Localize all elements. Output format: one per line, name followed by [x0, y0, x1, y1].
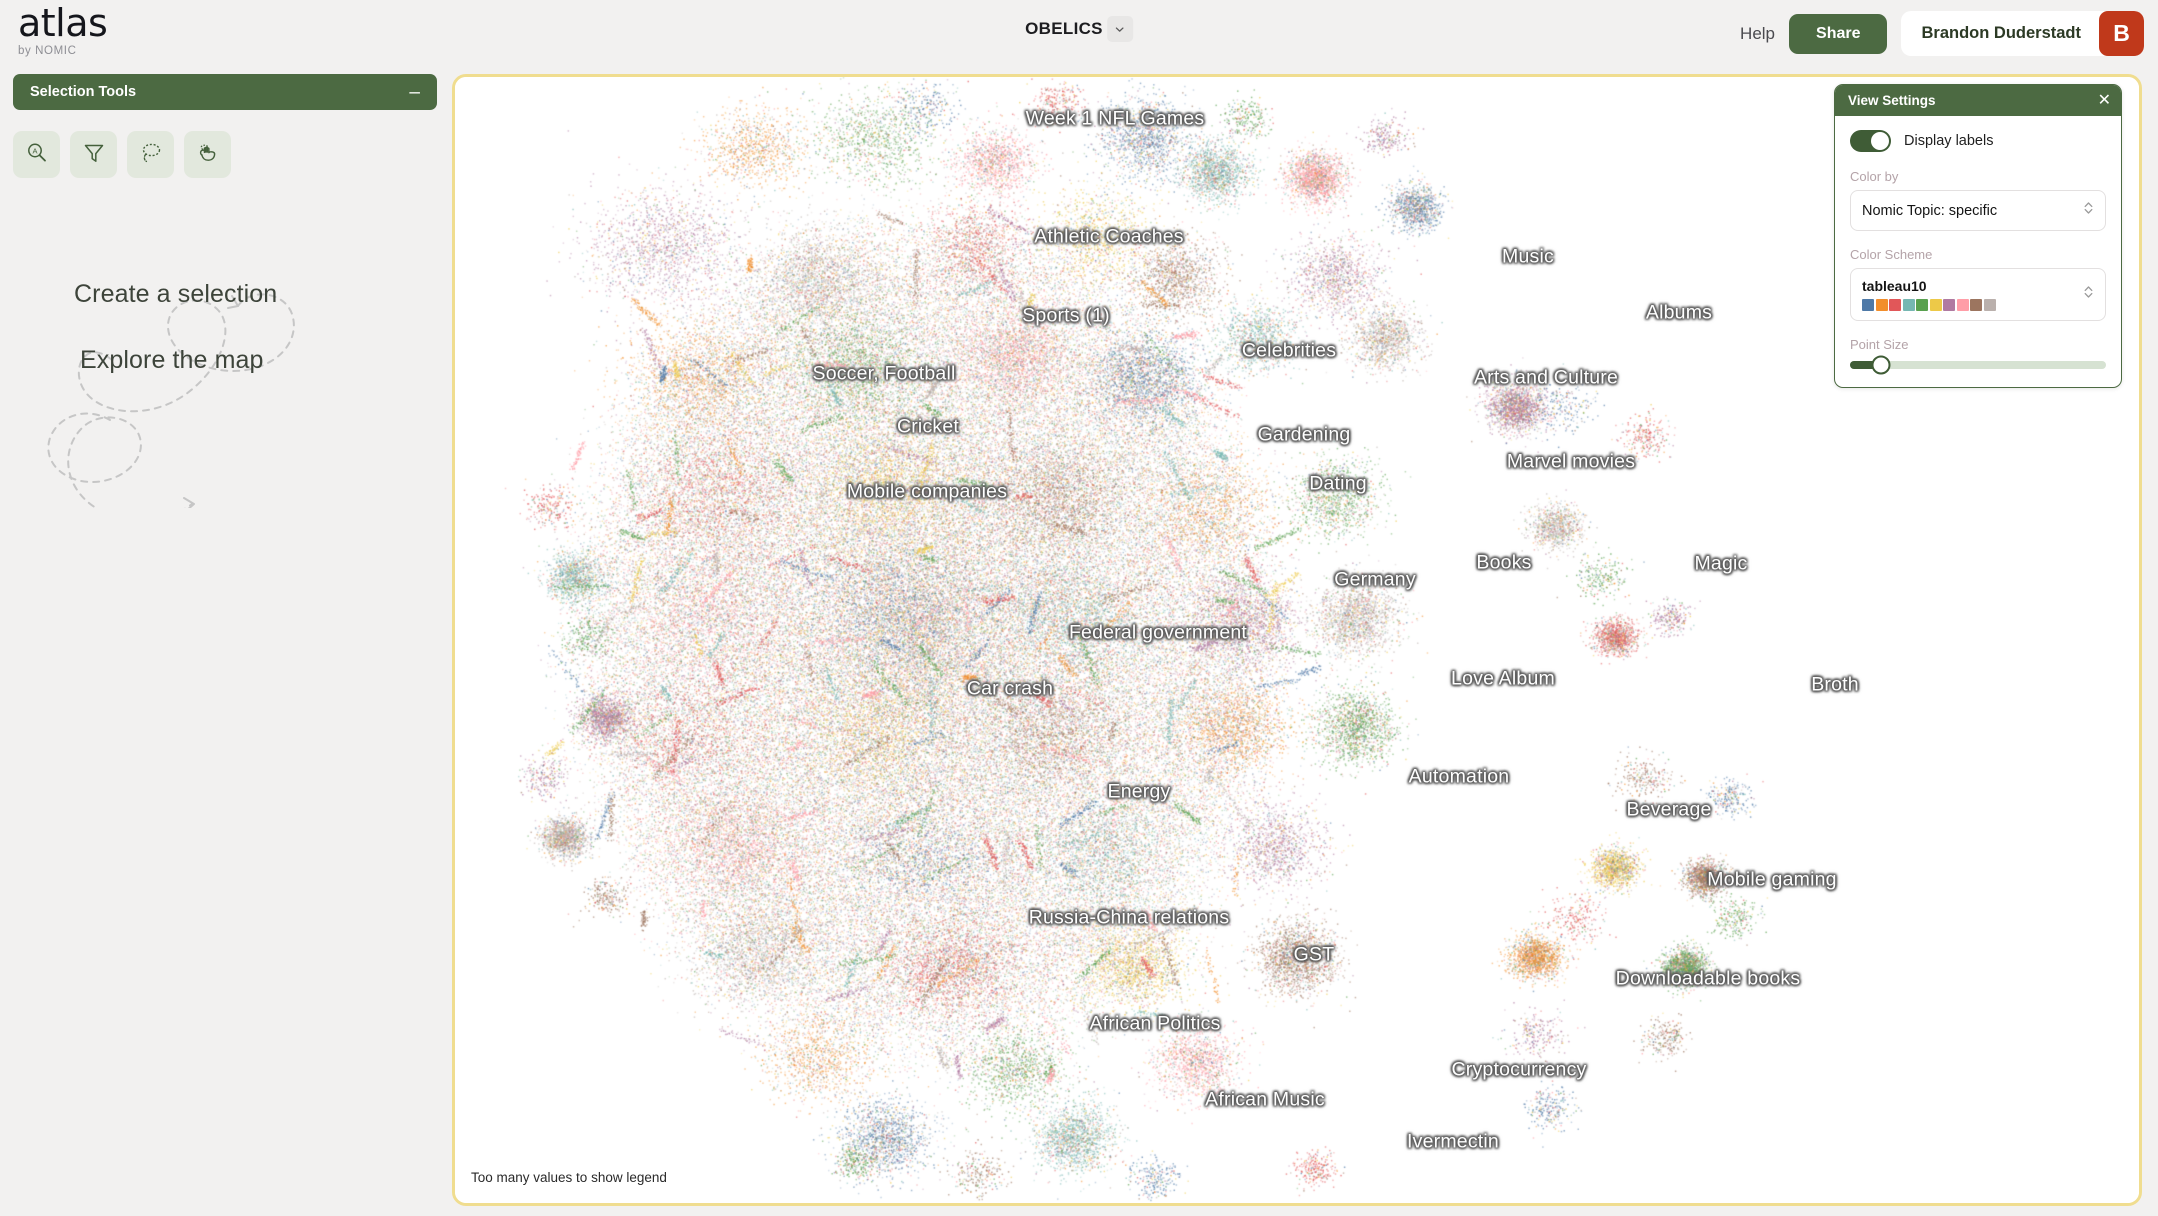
display-labels-label: Display labels: [1904, 133, 1994, 149]
chevron-down-icon[interactable]: [1106, 16, 1133, 42]
point-size-label: Point Size: [1850, 337, 1909, 352]
color-swatch: [1875, 299, 1888, 311]
atlas-logo[interactable]: atlas by NOMIC: [18, 1, 108, 57]
filter-tool[interactable]: [70, 131, 117, 178]
logo-subtitle: by NOMIC: [18, 45, 77, 57]
hint-explore-map: Explore the map: [80, 346, 264, 374]
search-icon: A: [24, 140, 50, 169]
hint-create-selection: Create a selection: [74, 280, 278, 308]
svg-text:A: A: [32, 147, 37, 156]
slider-handle[interactable]: [1871, 355, 1891, 375]
color-swatch: [1916, 299, 1928, 311]
logo-wordmark: atlas: [18, 1, 108, 45]
color-by-select[interactable]: Nomic Topic: specific: [1850, 190, 2106, 231]
empty-state-hint: Create a selection Explore the map: [0, 218, 450, 508]
share-button[interactable]: Share: [1789, 13, 1888, 54]
display-labels-row: Display labels: [1850, 130, 2106, 152]
toggle-knob: [1871, 132, 1889, 150]
color-swatch: [1929, 299, 1942, 311]
help-link[interactable]: Help: [1740, 24, 1775, 44]
color-swatch: [1862, 299, 1874, 311]
color-by-label: Color by: [1850, 169, 1899, 184]
color-scheme-swatches: [1862, 299, 1996, 311]
header-actions: Help Share Brandon Duderstadt B: [1740, 11, 2144, 56]
app-header: atlas by NOMIC OBELICS Help Share Brando…: [0, 0, 2158, 68]
user-menu[interactable]: Brandon Duderstadt B: [1901, 11, 2144, 56]
color-swatch: [1889, 299, 1901, 311]
view-settings-header: View Settings ✕: [1835, 85, 2121, 116]
color-swatch: [1956, 299, 1969, 311]
funnel-icon: [81, 140, 107, 169]
search-select-tool[interactable]: A: [13, 131, 60, 178]
stepper-icon: [2083, 284, 2094, 305]
selection-tools-panel-header[interactable]: Selection Tools –: [13, 74, 437, 110]
user-name: Brandon Duderstadt: [1921, 24, 2081, 42]
project-name: OBELICS: [1025, 19, 1103, 38]
color-swatch: [1902, 299, 1915, 311]
color-swatch: [1970, 299, 1982, 311]
color-scheme-label: Color Scheme: [1850, 247, 1933, 262]
hand-select-tool[interactable]: [184, 131, 231, 178]
close-icon[interactable]: ✕: [2098, 92, 2111, 109]
point-size-slider[interactable]: [1850, 355, 2106, 375]
stepper-icon: [2083, 200, 2094, 221]
lasso-icon: [138, 140, 164, 169]
color-scheme-select[interactable]: tableau10: [1850, 268, 2106, 321]
color-swatch: [1983, 299, 1996, 311]
map-viewport[interactable]: Week 1 NFL Games Athletic Coaches Music Alb…: [452, 74, 2142, 1206]
project-selector[interactable]: OBELICS: [1025, 16, 1133, 42]
avatar[interactable]: B: [2099, 11, 2144, 56]
collapse-icon[interactable]: –: [409, 83, 420, 102]
legend-note: Too many values to show legend: [471, 1170, 667, 1185]
view-settings-panel[interactable]: View Settings ✕ Display labels Color by …: [1834, 84, 2122, 388]
view-settings-title: View Settings: [1848, 93, 1936, 108]
color-swatch: [1943, 299, 1955, 311]
color-by-value: Nomic Topic: specific: [1862, 202, 1998, 219]
lasso-tool[interactable]: [127, 131, 174, 178]
selection-tool-row: A: [13, 131, 231, 178]
display-labels-toggle[interactable]: [1850, 130, 1891, 152]
selection-tools-title: Selection Tools: [30, 84, 137, 100]
left-sidebar: Selection Tools – A Create a selection E…: [0, 68, 450, 1216]
hand-lasso-icon: [195, 140, 221, 169]
view-settings-body: Display labels Color by Nomic Topic: spe…: [1835, 116, 2121, 387]
color-scheme-value: tableau10: [1862, 278, 1927, 294]
